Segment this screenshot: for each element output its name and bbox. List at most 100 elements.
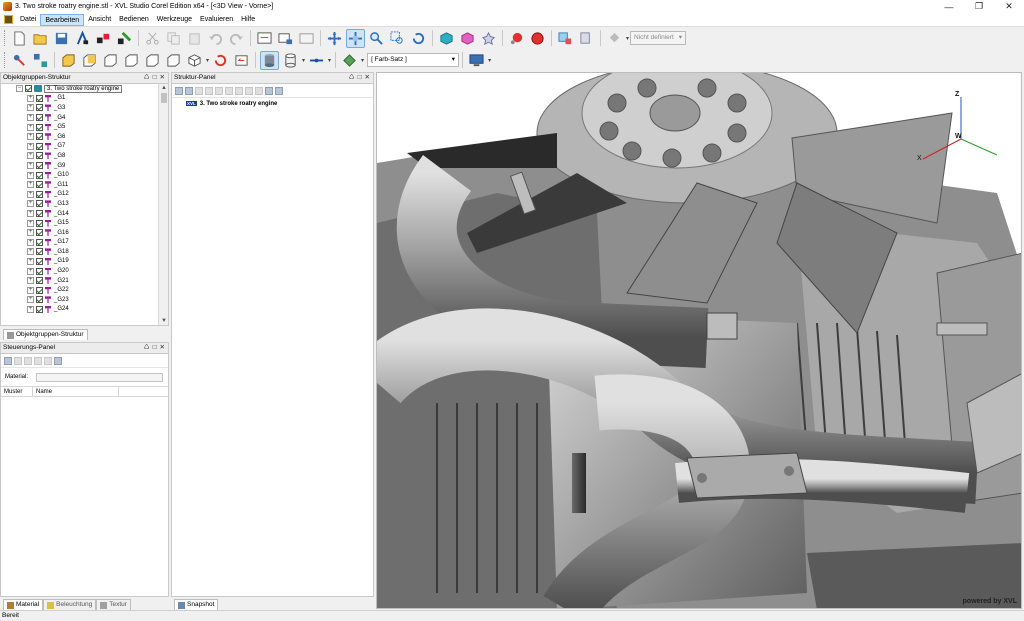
- object-tree-scrollbar[interactable]: ▲ ▼: [158, 84, 168, 325]
- tree-row[interactable]: + _G6: [1, 132, 158, 142]
- tree-row[interactable]: + _G4: [1, 113, 158, 123]
- column-header-muster[interactable]: Muster: [1, 387, 33, 396]
- visibility-checkbox[interactable]: [36, 114, 43, 122]
- tree-row[interactable]: + _G11: [1, 180, 158, 190]
- sphere-large-button[interactable]: [528, 29, 547, 48]
- expand-icon[interactable]: +: [27, 210, 34, 218]
- pin-icon[interactable]: ♺: [349, 73, 355, 83]
- delete-material-icon[interactable]: [14, 356, 22, 365]
- cube-left-button[interactable]: [101, 51, 120, 70]
- paint-dropdown-arrow[interactable]: ▾: [626, 35, 629, 42]
- sphere-button[interactable]: [507, 29, 526, 48]
- visibility-checkbox[interactable]: [36, 133, 43, 141]
- visibility-checkbox[interactable]: [36, 257, 43, 265]
- connect-button[interactable]: [10, 51, 29, 70]
- play-snapshot-icon[interactable]: [215, 86, 223, 95]
- expand-icon[interactable]: +: [27, 296, 34, 304]
- expand-icon[interactable]: +: [27, 181, 34, 189]
- cube-right-button[interactable]: [122, 51, 141, 70]
- scroll-up-icon[interactable]: ▲: [159, 84, 169, 92]
- cube-back-button[interactable]: [80, 51, 99, 70]
- expand-icon[interactable]: +: [27, 162, 34, 170]
- minimize-button[interactable]: —: [934, 0, 964, 13]
- undo-button[interactable]: [206, 29, 225, 48]
- close-icon[interactable]: ✕: [160, 343, 165, 353]
- structure-root-row[interactable]: XVL 3. Two stroke roatry engine: [172, 98, 373, 109]
- menu-werkzeuge[interactable]: Werkzeuge: [153, 14, 196, 26]
- tab-object-group-structure[interactable]: Objektgruppen-Struktur: [3, 329, 88, 340]
- display-dropdown-arrow[interactable]: ▾: [302, 57, 305, 64]
- measure-button[interactable]: [437, 29, 456, 48]
- pan-button[interactable]: [325, 29, 344, 48]
- menu-bearbeiten[interactable]: Bearbeiten: [40, 13, 85, 26]
- paste-button[interactable]: [185, 29, 204, 48]
- pin-icon[interactable]: ♺: [144, 73, 150, 83]
- visibility-checkbox[interactable]: [36, 142, 43, 150]
- visibility-checkbox[interactable]: [36, 267, 43, 275]
- scroll-thumb[interactable]: [161, 93, 167, 103]
- tree-row[interactable]: + _G16: [1, 228, 158, 238]
- tree-row[interactable]: + _G22: [1, 285, 158, 295]
- float-icon[interactable]: □: [153, 73, 157, 83]
- properties-snapshot-icon[interactable]: [255, 86, 263, 95]
- expand-icon[interactable]: +: [27, 94, 34, 102]
- visibility-checkbox[interactable]: [36, 104, 43, 112]
- paste-snapshot-icon[interactable]: [205, 86, 213, 95]
- line-style-button[interactable]: [307, 51, 326, 70]
- area-view-button[interactable]: [276, 29, 295, 48]
- cube-top-button[interactable]: [143, 51, 162, 70]
- visibility-checkbox[interactable]: [36, 181, 43, 189]
- tab-lighting[interactable]: Beleuchtung: [43, 599, 97, 610]
- menu-hilfe[interactable]: Hilfe: [237, 14, 259, 26]
- tree-row[interactable]: + _G20: [1, 266, 158, 276]
- tree-row[interactable]: + _G10: [1, 170, 158, 180]
- fit-view-button[interactable]: [255, 29, 274, 48]
- visibility-checkbox[interactable]: [36, 152, 43, 160]
- float-icon[interactable]: □: [358, 73, 362, 83]
- menu-evaluieren[interactable]: Evaluieren: [196, 14, 237, 26]
- visibility-checkbox[interactable]: [36, 200, 43, 208]
- expand-icon[interactable]: +: [27, 142, 34, 150]
- tree-row[interactable]: + _G9: [1, 161, 158, 171]
- visibility-checkbox[interactable]: [36, 286, 43, 294]
- expand-icon[interactable]: +: [27, 267, 34, 275]
- iso-dropdown-arrow[interactable]: ▾: [206, 57, 209, 64]
- visibility-checkbox[interactable]: [36, 94, 43, 102]
- wireframe-mode-button[interactable]: [281, 51, 300, 70]
- zoom-button[interactable]: [367, 29, 386, 48]
- expand-icon[interactable]: +: [27, 133, 34, 141]
- explode-button[interactable]: [479, 29, 498, 48]
- color-set-combo[interactable]: [ Farb-Satz ] ▾: [367, 53, 460, 67]
- visibility-checkbox[interactable]: [36, 123, 43, 131]
- close-icon[interactable]: ✕: [365, 73, 370, 83]
- tree-root-row[interactable]: − 3. Two stroke roatry engine: [1, 84, 158, 94]
- visibility-checkbox[interactable]: [36, 248, 43, 256]
- snapshot-settings-icon[interactable]: [275, 86, 283, 95]
- screen-button[interactable]: [467, 51, 486, 70]
- tree-row[interactable]: + _G14: [1, 209, 158, 219]
- float-icon[interactable]: □: [153, 343, 157, 353]
- tree-row[interactable]: + _G18: [1, 247, 158, 257]
- tree-row[interactable]: + _G24: [1, 305, 158, 315]
- copy-snapshot-icon[interactable]: [195, 86, 203, 95]
- document-icon[interactable]: [4, 15, 13, 24]
- menu-ansicht[interactable]: Ansicht: [84, 14, 115, 26]
- tree-row[interactable]: + _G23: [1, 295, 158, 305]
- apply-material-icon[interactable]: [34, 356, 42, 365]
- cube-bottom-button[interactable]: [164, 51, 183, 70]
- expand-icon[interactable]: +: [27, 114, 34, 122]
- visibility-checkbox[interactable]: [36, 171, 43, 179]
- refresh-snapshot-icon[interactable]: [245, 86, 253, 95]
- group-green-button[interactable]: [115, 29, 134, 48]
- maximize-button[interactable]: ❐: [964, 0, 994, 13]
- screen-dropdown-arrow[interactable]: ▾: [488, 57, 491, 64]
- visibility-checkbox[interactable]: [36, 229, 43, 237]
- paint-button[interactable]: [605, 29, 624, 48]
- menu-datei[interactable]: Datei: [16, 14, 40, 26]
- expand-icon[interactable]: +: [27, 219, 34, 227]
- close-icon[interactable]: ✕: [160, 73, 165, 83]
- save-button[interactable]: [52, 29, 71, 48]
- new-file-button[interactable]: [10, 29, 29, 48]
- tree-row[interactable]: + _G17: [1, 238, 158, 248]
- close-button[interactable]: ✕: [994, 0, 1024, 13]
